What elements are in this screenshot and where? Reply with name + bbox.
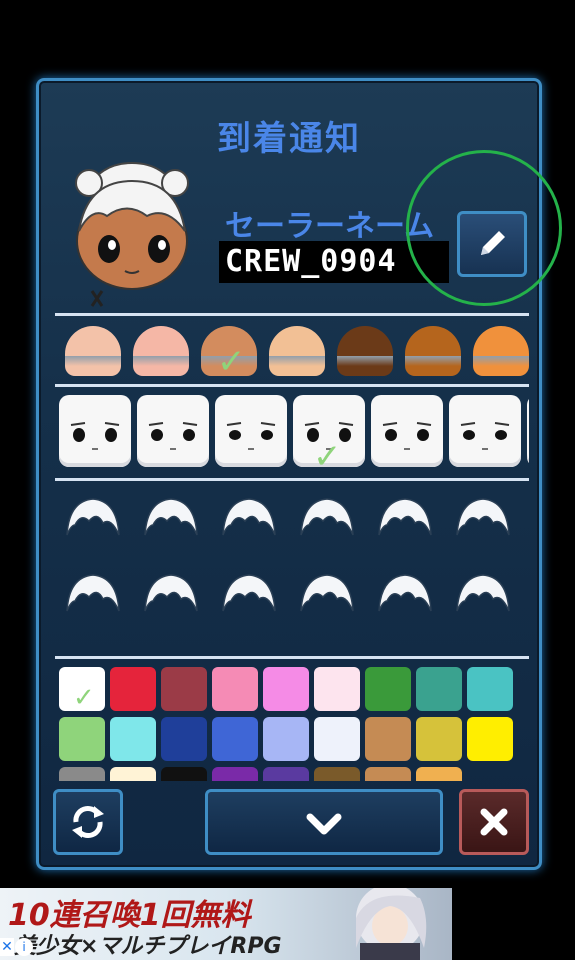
hairstyle-option[interactable] [453, 495, 513, 539]
ad-subline: 美少女×マルチプレイRPG [14, 934, 282, 959]
hair-color-swatch[interactable] [161, 667, 207, 711]
face-row: ✓ [55, 387, 529, 479]
face-option[interactable] [371, 395, 443, 467]
hair-color-swatch[interactable] [314, 667, 360, 711]
hair-color-swatch[interactable] [416, 767, 462, 781]
checkmark-icon [306, 813, 342, 835]
hair-color-swatch[interactable] [212, 667, 258, 711]
pencil-icon [481, 231, 505, 255]
hair-color-swatch[interactable] [161, 767, 207, 781]
face-eyes-icon [70, 422, 120, 450]
skin-tone-option[interactable] [405, 326, 461, 376]
hair-color-swatch[interactable] [365, 717, 411, 761]
hairstyle-option[interactable] [297, 495, 357, 539]
face-eyes-icon [148, 422, 198, 450]
hair-color-swatch[interactable] [263, 667, 309, 711]
ad-close-icon[interactable]: ✕ [0, 938, 14, 956]
sailor-name-label: セーラーネーム [225, 209, 435, 244]
refresh-icon [72, 806, 104, 838]
face-eyes-icon [527, 395, 529, 467]
edit-name-button[interactable] [457, 211, 527, 277]
hairstyle-option[interactable] [297, 571, 357, 615]
sailor-name-field[interactable]: CREW_0904 [219, 241, 449, 283]
skin-tone-option[interactable] [473, 326, 529, 376]
ad-banner[interactable]: 10連召喚1回無料 美少女×マルチプレイRPG [0, 888, 452, 960]
hairstyle-option[interactable] [453, 571, 513, 615]
hairstyle-option[interactable] [141, 495, 201, 539]
hair-color-swatch[interactable] [314, 717, 360, 761]
hair-color-swatch[interactable] [467, 717, 513, 761]
selected-check-icon: ✓ [73, 683, 95, 713]
character-creation-dialog: 到着通知 セーラーネーム CREW_0904 ✓ ✓ ✓ ✓ [36, 78, 542, 870]
hair-color-swatch[interactable] [59, 767, 105, 781]
hair-color-swatch[interactable] [212, 767, 258, 781]
hair-color-swatch[interactable] [263, 767, 309, 781]
hair-color-swatch[interactable] [110, 767, 156, 781]
face-eyes-icon [460, 422, 510, 450]
refresh-button[interactable] [53, 789, 123, 855]
divider [55, 656, 529, 659]
hair-color-swatch[interactable] [59, 717, 105, 761]
hair-color-swatch[interactable] [212, 717, 258, 761]
hairstyle-option[interactable] [375, 495, 435, 539]
close-icon [480, 808, 508, 836]
hair-color-swatch[interactable] [365, 667, 411, 711]
hair-color-swatch[interactable] [416, 667, 462, 711]
skin-tone-option[interactable] [65, 326, 121, 376]
face-option[interactable] [449, 395, 521, 467]
close-button[interactable] [459, 789, 529, 855]
face-option[interactable] [137, 395, 209, 467]
hair-color-swatch[interactable] [467, 667, 513, 711]
skin-tone-row: ✓ [55, 316, 529, 384]
face-eyes-icon [226, 422, 276, 450]
skin-tone-option[interactable] [337, 326, 393, 376]
hair-color-grid: ✓ [55, 661, 529, 781]
hairstyle-option[interactable] [375, 571, 435, 615]
face-option[interactable] [215, 395, 287, 467]
hairstyle-grid: ✓ [55, 481, 529, 651]
hair-color-swatch[interactable] [416, 717, 462, 761]
hair-color-swatch[interactable] [365, 767, 411, 781]
selected-check-icon: ✓ [217, 342, 246, 382]
hairstyle-option[interactable] [219, 571, 279, 615]
character-avatar [75, 162, 189, 307]
face-option[interactable] [59, 395, 131, 467]
face-option[interactable] [527, 395, 529, 467]
hair-color-swatch[interactable] [263, 717, 309, 761]
hairstyle-option[interactable] [141, 571, 201, 615]
confirm-button[interactable] [205, 789, 443, 855]
skin-tone-option[interactable] [133, 326, 189, 376]
hairstyle-option[interactable] [63, 571, 123, 615]
hairstyle-option[interactable] [219, 495, 279, 539]
skin-tone-option[interactable] [269, 326, 325, 376]
hair-color-swatch[interactable] [314, 767, 360, 781]
hair-color-swatch[interactable] [110, 717, 156, 761]
hair-color-swatch[interactable] [161, 717, 207, 761]
selected-check-icon: ✓ [313, 437, 342, 477]
ad-info-icon[interactable]: i [15, 938, 33, 956]
hair-color-swatch[interactable] [110, 667, 156, 711]
ad-character-image [356, 888, 427, 960]
dialog-title: 到着通知 [217, 119, 361, 159]
face-eyes-icon [382, 422, 432, 450]
